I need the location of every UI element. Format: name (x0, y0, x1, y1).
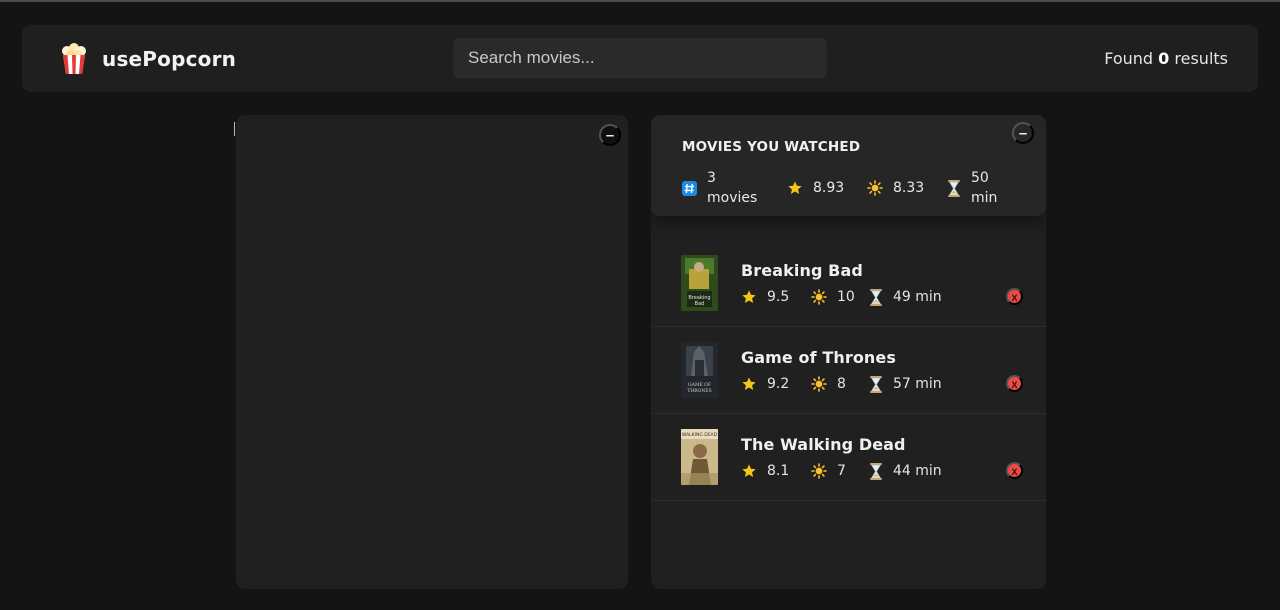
movie-poster: Breaking Bad (681, 255, 718, 311)
popcorn-icon (62, 42, 86, 74)
svg-text:GAME OF: GAME OF (688, 382, 711, 388)
hourglass-icon (869, 375, 883, 393)
hourglass-icon (869, 462, 883, 480)
movie-title: The Walking Dead (741, 434, 906, 454)
delete-button[interactable]: X (1006, 462, 1023, 479)
stat-movie-count: 3 movies (682, 168, 787, 208)
user-rating: 10 (837, 289, 855, 305)
movie-meta: 8.1 7 44 min (741, 462, 1022, 480)
sun-icon (811, 376, 827, 392)
star-icon (741, 376, 757, 392)
summary-title: MOVIES YOU WATCHED (682, 139, 861, 155)
results-count: Found 0 results (1104, 49, 1228, 68)
hash-icon (682, 180, 697, 196)
movie-title: Breaking Bad (741, 260, 863, 280)
results-number: 0 (1158, 49, 1170, 68)
stat-avg-imdb-rating: 8.93 (787, 180, 867, 196)
svg-text:THRONES: THRONES (687, 388, 711, 394)
star-icon (787, 180, 803, 196)
watched-movie-item[interactable]: Breaking Bad Breaking Bad 9.5 10 49 min … (651, 240, 1046, 327)
runtime: 49 min (893, 289, 942, 305)
movie-meta: 9.5 10 49 min (741, 288, 1022, 306)
user-rating: 7 (837, 463, 846, 479)
text-cursor (234, 122, 235, 136)
search-results-box: – (234, 115, 628, 589)
star-icon (741, 289, 757, 305)
delete-button[interactable]: X (1006, 375, 1023, 392)
imdb-rating: 9.2 (767, 376, 790, 392)
movie-title: Game of Thrones (741, 347, 896, 367)
hourglass-icon (869, 288, 883, 306)
summary-stats: 3 movies 8.93 8.33 50 min (682, 168, 1016, 208)
imdb-rating: 8.1 (767, 463, 790, 479)
watched-movies-list: Breaking Bad Breaking Bad 9.5 10 49 min … (651, 240, 1046, 501)
sun-icon (811, 289, 827, 305)
watched-summary: – MOVIES YOU WATCHED 3movies 8.93 8.33 (651, 115, 1046, 216)
movie-meta: 9.2 8 57 min (741, 375, 1022, 393)
runtime: 44 min (893, 463, 942, 479)
svg-text:WALKING DEAD: WALKING DEAD (682, 432, 718, 438)
collapse-toggle-button[interactable]: – (1012, 122, 1034, 144)
logo: usePopcorn (60, 42, 237, 75)
movie-poster: WALKING DEAD (681, 429, 718, 485)
stat-avg-runtime: 50 min (947, 168, 1015, 208)
sun-icon (811, 463, 827, 479)
runtime: 57 min (893, 376, 942, 392)
sun-icon (867, 180, 883, 196)
app-title: usePopcorn (102, 46, 237, 71)
top-navigation: usePopcorn Found 0 results (22, 25, 1258, 92)
stat-avg-user-rating: 8.33 (867, 180, 947, 196)
movie-poster: GAME OF THRONES (681, 342, 718, 398)
svg-text:Bad: Bad (695, 301, 705, 307)
star-icon (741, 463, 757, 479)
watched-movie-item[interactable]: WALKING DEAD The Walking Dead 8.1 7 44 m… (651, 414, 1046, 501)
hourglass-icon (947, 179, 961, 197)
watched-movies-box: – MOVIES YOU WATCHED 3movies 8.93 8.33 (651, 115, 1046, 589)
watched-movie-item[interactable]: GAME OF THRONES Game of Thrones 9.2 8 57… (651, 327, 1046, 414)
user-rating: 8 (837, 376, 846, 392)
collapse-toggle-button[interactable]: – (599, 124, 621, 146)
search-input[interactable] (453, 38, 827, 78)
delete-button[interactable]: X (1006, 288, 1023, 305)
imdb-rating: 9.5 (767, 289, 790, 305)
